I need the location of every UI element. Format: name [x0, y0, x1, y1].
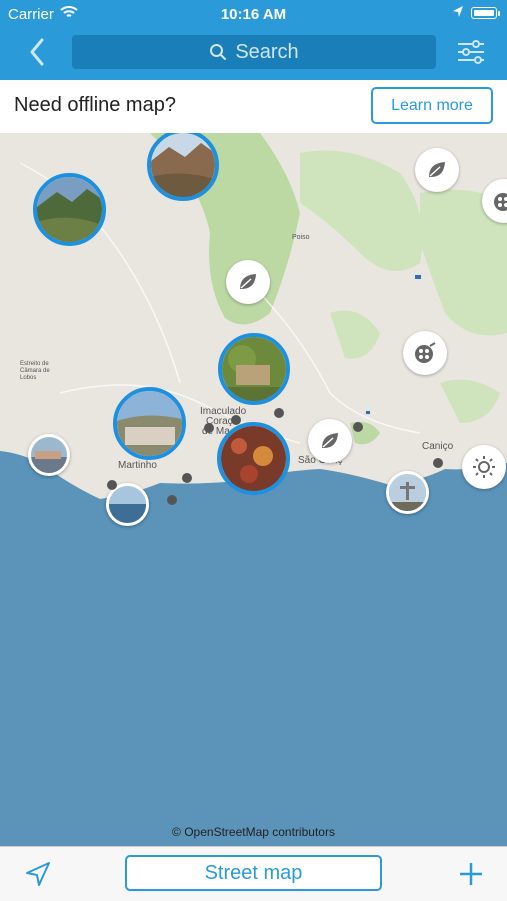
cinema-marker[interactable]: [403, 331, 447, 375]
map-point[interactable]: [167, 495, 177, 505]
search-placeholder: Search: [235, 40, 299, 63]
battery-nub: [498, 11, 500, 16]
map-attribution: © OpenStreetMap contributors: [172, 825, 335, 839]
nature-leaf-marker[interactable]: [226, 260, 270, 304]
search-icon: [210, 44, 227, 60]
leaf-icon: [429, 162, 445, 177]
leaf-icon: [240, 274, 256, 289]
map-view[interactable]: Imaculado Coraç de Ma Martinho Caniço Sã…: [0, 133, 507, 846]
photo-marker-coastal-town[interactable]: [28, 434, 70, 476]
map-label-martinho: Martinho: [118, 460, 157, 471]
add-icon[interactable]: [458, 861, 484, 887]
map-point[interactable]: [204, 423, 214, 433]
photo-marker-mountain-village[interactable]: [33, 173, 106, 246]
nature-leaf-marker[interactable]: [308, 419, 352, 463]
offline-banner-text: Need offline map?: [14, 94, 176, 116]
leaf-icon: [322, 433, 338, 448]
map-point[interactable]: [107, 480, 117, 490]
map-point[interactable]: [353, 422, 363, 432]
photo-marker-market[interactable]: [217, 422, 290, 495]
search-field[interactable]: Search: [72, 35, 436, 69]
film-reel-icon: [415, 342, 436, 363]
navigation-arrow-icon[interactable]: [24, 860, 52, 888]
nature-leaf-marker[interactable]: [415, 148, 459, 192]
map-point[interactable]: [274, 408, 284, 418]
battery-icon: [471, 7, 497, 19]
filter-settings-icon[interactable]: [456, 38, 486, 66]
map-point[interactable]: [182, 473, 192, 483]
map-label-estreito: Estreito de Câmara de Lobos: [20, 361, 50, 381]
status-bar: Carrier 10:16 AM: [0, 0, 507, 28]
learn-more-button[interactable]: Learn more: [371, 87, 493, 124]
clock: 10:16 AM: [220, 6, 287, 23]
map-point[interactable]: [433, 458, 443, 468]
sun-icon: [473, 456, 495, 478]
photo-marker-christ-statue[interactable]: [386, 471, 429, 514]
map-label-canico: Caniço: [422, 441, 454, 452]
map-label-poiso: Poiso: [292, 234, 310, 241]
map-point[interactable]: [231, 415, 241, 425]
photo-marker-city-view[interactable]: [113, 387, 186, 460]
film-reel-icon: [494, 193, 507, 211]
sight-marker[interactable]: [462, 445, 506, 489]
location-arrow-icon: [453, 6, 463, 17]
back-button[interactable]: [24, 36, 52, 68]
street-map-button[interactable]: Street map: [125, 855, 382, 891]
photo-marker-garden[interactable]: [218, 333, 290, 405]
